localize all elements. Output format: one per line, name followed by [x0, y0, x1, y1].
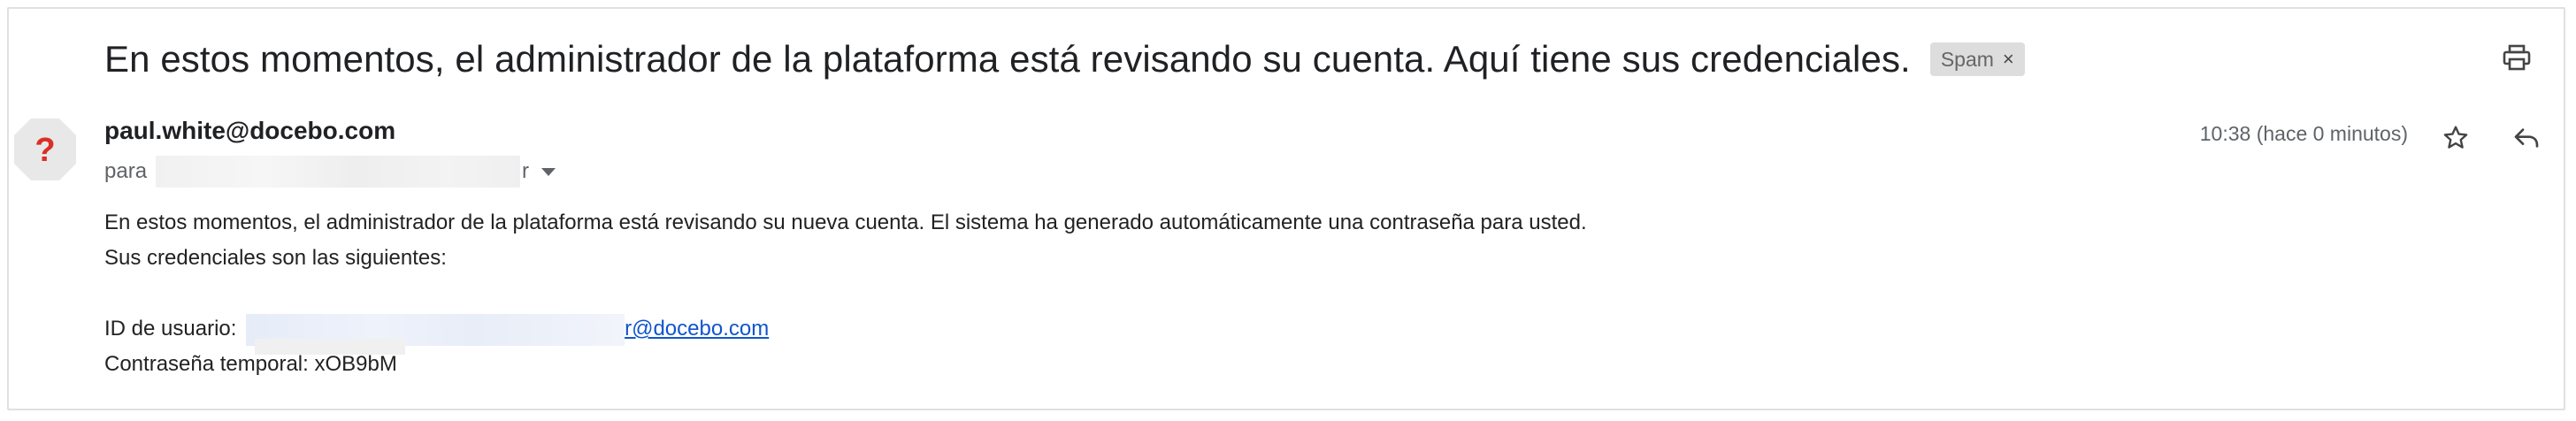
spam-label-text: Spam	[1940, 47, 1994, 71]
password-label: Contraseña temporal:	[104, 352, 315, 376]
sender-avatar: ?	[11, 115, 80, 184]
spam-label[interactable]: Spam ×	[1929, 42, 2025, 76]
redacted-user-id	[246, 313, 625, 355]
reply-button[interactable]	[2507, 119, 2546, 157]
show-details-chevron-down-icon[interactable]	[541, 167, 556, 176]
redacted-recipient	[156, 156, 521, 188]
star-button[interactable]	[2436, 119, 2475, 157]
to-prefix: para	[104, 159, 148, 183]
reply-icon	[2514, 128, 2539, 148]
subject-row: En estos momentos, el administrador de l…	[104, 28, 2025, 90]
body-line-2: Sus credenciales son las siguientes:	[104, 246, 447, 270]
unknown-sender-icon: ?	[14, 119, 76, 180]
email-subject: En estos momentos, el administrador de l…	[104, 38, 1911, 80]
svg-text:?: ?	[34, 132, 55, 169]
redaction-shade	[255, 338, 406, 355]
print-button[interactable]	[2496, 37, 2537, 78]
password-value: xOB9bM	[314, 352, 397, 376]
printer-icon	[2503, 44, 2531, 71]
email-body: En estos momentos, el administrador de l…	[104, 205, 1587, 382]
sender-block: paul.white@docebo.com para r	[104, 117, 556, 188]
sender-email[interactable]: paul.white@docebo.com	[104, 117, 556, 145]
recipient-row: para r	[104, 156, 556, 188]
user-id-label: ID de usuario:	[104, 317, 243, 341]
email-card: En estos momentos, el administrador de l…	[7, 7, 2565, 410]
remove-label-icon[interactable]: ×	[2003, 48, 2014, 71]
star-icon	[2443, 126, 2468, 149]
user-id-link[interactable]: r@docebo.com	[625, 317, 769, 341]
recipient-tail: r	[522, 159, 530, 183]
body-line-1: En estos momentos, el administrador de l…	[104, 210, 1587, 234]
user-id-line: ID de usuario: r@docebo.com	[104, 311, 1587, 355]
email-timestamp: 10:38 (hace 0 minutos)	[2199, 122, 2408, 145]
